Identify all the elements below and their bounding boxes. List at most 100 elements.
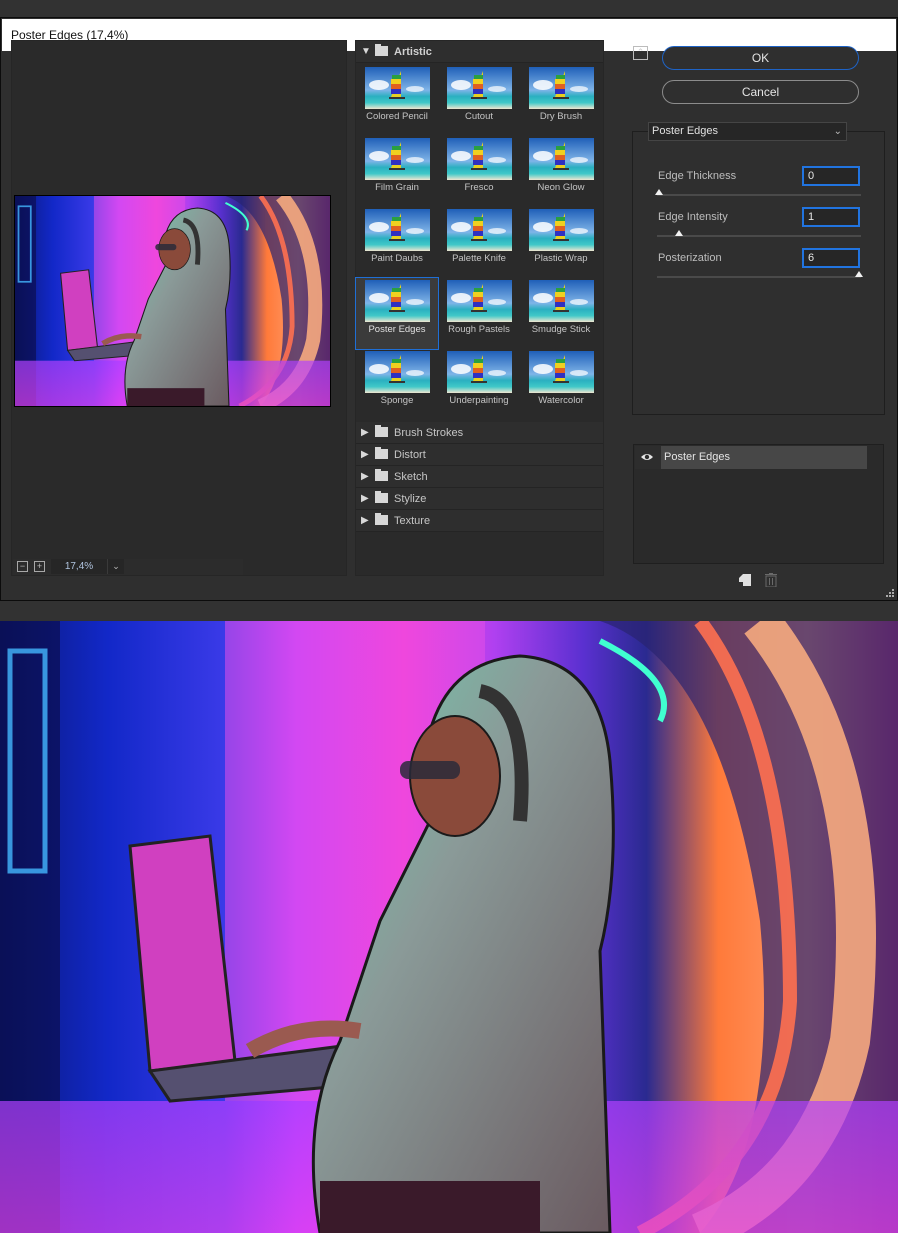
resize-grip-icon[interactable] (885, 588, 895, 598)
triangle-down-icon: ▼ (361, 46, 371, 57)
slider-handle[interactable] (675, 230, 683, 236)
zoom-out-button[interactable]: − (17, 561, 28, 572)
ok-button[interactable]: OK (662, 46, 859, 70)
param-input-posterization[interactable]: 6 (802, 248, 860, 268)
category-sketch[interactable]: ▶ Sketch (356, 466, 603, 488)
folder-icon (375, 424, 388, 437)
param-input-edge-thickness[interactable]: 0 (802, 166, 860, 186)
chevron-down-icon: ⌄ (833, 126, 842, 137)
filter-label: Film Grain (375, 182, 419, 193)
param-slider-edge-intensity[interactable] (657, 230, 861, 237)
filter-thumb-plastic-wrap[interactable]: Plastic Wrap (520, 207, 602, 278)
filter-thumbnail-image (529, 351, 594, 393)
zoom-dropdown-button[interactable]: ⌄ (107, 559, 124, 574)
effect-layers-list: Poster Edges (633, 444, 884, 564)
triangle-right-icon: ▶ (361, 449, 369, 460)
filter-thumb-cutout[interactable]: Cutout (438, 65, 520, 136)
chevron-down-icon: ⌄ (112, 561, 120, 571)
filter-thumb-fresco[interactable]: Fresco (438, 136, 520, 207)
zoom-level-field[interactable]: 17,4% (51, 559, 107, 574)
category-label: Brush Strokes (394, 426, 464, 439)
category-stylize[interactable]: ▶ Stylize (356, 488, 603, 510)
filter-thumb-smudge-stick[interactable]: Smudge Stick (520, 278, 602, 349)
filter-thumb-sponge[interactable]: Sponge (356, 349, 438, 420)
triangle-right-icon: ▶ (361, 471, 369, 482)
filter-label: Underpainting (449, 395, 509, 406)
filter-thumb-neon-glow[interactable]: Neon Glow (520, 136, 602, 207)
folder-icon (375, 43, 388, 56)
filter-label: Neon Glow (537, 182, 585, 193)
triangle-right-icon: ▶ (361, 493, 369, 504)
zoom-in-button[interactable]: + (34, 561, 45, 572)
slider-handle[interactable] (855, 271, 863, 277)
filter-thumbnail-image (447, 280, 512, 322)
filter-thumb-palette-knife[interactable]: Palette Knife (438, 207, 520, 278)
filter-label: Rough Pastels (448, 324, 510, 335)
triangle-right-icon: ▶ (361, 427, 369, 438)
filter-thumb-poster-edges[interactable]: Poster Edges (355, 277, 439, 350)
zoom-bar: − + 17,4% ⌄ (13, 559, 243, 575)
eye-icon[interactable] (640, 451, 654, 463)
folder-icon (375, 490, 388, 503)
effect-layer-name: Poster Edges (661, 446, 867, 469)
slider-handle[interactable] (655, 189, 663, 195)
param-label-edge-thickness: Edge Thickness (658, 170, 737, 182)
minus-icon: − (19, 561, 26, 571)
filter-thumbnail-image (365, 67, 430, 109)
category-brush-strokes[interactable]: ▶ Brush Strokes (356, 422, 603, 444)
filter-thumbnail-image (365, 138, 430, 180)
filter-select-value: Poster Edges (652, 125, 719, 137)
filter-thumbnails: Colored Pencil Cutout Dry Brush Film Grain F… (355, 63, 603, 420)
folder-icon (375, 512, 388, 525)
filter-label: Plastic Wrap (534, 253, 588, 264)
filter-label: Fresco (464, 182, 494, 193)
filter-label: Colored Pencil (366, 111, 428, 122)
filter-label: Smudge Stick (531, 324, 591, 335)
cancel-button[interactable]: Cancel (662, 80, 859, 104)
filter-thumb-film-grain[interactable]: Film Grain (356, 136, 438, 207)
double-chevron-up-icon: ⌃ (636, 47, 645, 57)
folder-icon (375, 468, 388, 481)
param-slider-posterization[interactable] (657, 271, 863, 278)
preview-image[interactable] (14, 195, 331, 407)
category-label: Texture (394, 514, 431, 527)
category-artistic[interactable]: ▼ Artistic (356, 41, 603, 63)
filter-thumb-watercolor[interactable]: Watercolor (520, 349, 602, 420)
category-distort[interactable]: ▶ Distort (356, 444, 603, 466)
filter-thumb-rough-pastels[interactable]: Rough Pastels (438, 278, 520, 349)
filter-thumb-dry-brush[interactable]: Dry Brush (520, 65, 602, 136)
filter-thumbnail-image (529, 209, 594, 251)
param-label-posterization: Posterization (658, 252, 722, 264)
category-label: Distort (394, 448, 426, 461)
filter-thumbnail-image (529, 138, 594, 180)
category-label: Stylize (394, 492, 427, 505)
filter-thumb-paint-daubs[interactable]: Paint Daubs (356, 207, 438, 278)
filter-thumbnail-image (447, 209, 512, 251)
param-input-edge-intensity[interactable]: 1 (802, 207, 860, 227)
filter-label: Dry Brush (539, 111, 583, 122)
result-image (0, 621, 898, 1233)
filter-select[interactable]: Poster Edges ⌄ (648, 122, 847, 141)
param-slider-edge-thickness[interactable] (655, 189, 861, 196)
filter-thumbnail-image (529, 280, 594, 322)
effect-layer-row[interactable]: Poster Edges (635, 446, 867, 469)
category-texture[interactable]: ▶ Texture (356, 510, 603, 532)
filter-label: Watercolor (538, 395, 584, 406)
filter-label: Poster Edges (368, 324, 426, 335)
filter-thumbnail-image (447, 67, 512, 109)
filter-label: Cutout (465, 111, 493, 122)
filter-label: Palette Knife (452, 253, 506, 264)
category-label: Sketch (394, 470, 428, 483)
triangle-right-icon: ▶ (361, 515, 369, 526)
filter-thumb-underpainting[interactable]: Underpainting (438, 349, 520, 420)
closed-categories: ▶ Brush Strokes ▶ Distort ▶ Sketch ▶ Stylize ▶ Te… (356, 422, 603, 532)
preview-pane[interactable]: − + 17,4% ⌄ (11, 40, 347, 576)
collapse-gallery-button[interactable]: ⌃ (633, 46, 648, 60)
new-effect-layer-icon[interactable] (739, 574, 751, 586)
filter-label: Sponge (380, 395, 414, 406)
filter-thumb-colored-pencil[interactable]: Colored Pencil (356, 65, 438, 136)
delete-effect-layer-icon[interactable] (765, 573, 777, 587)
filter-label: Paint Daubs (371, 253, 423, 264)
filter-thumbnail-image (365, 351, 430, 393)
param-label-edge-intensity: Edge Intensity (658, 211, 728, 223)
